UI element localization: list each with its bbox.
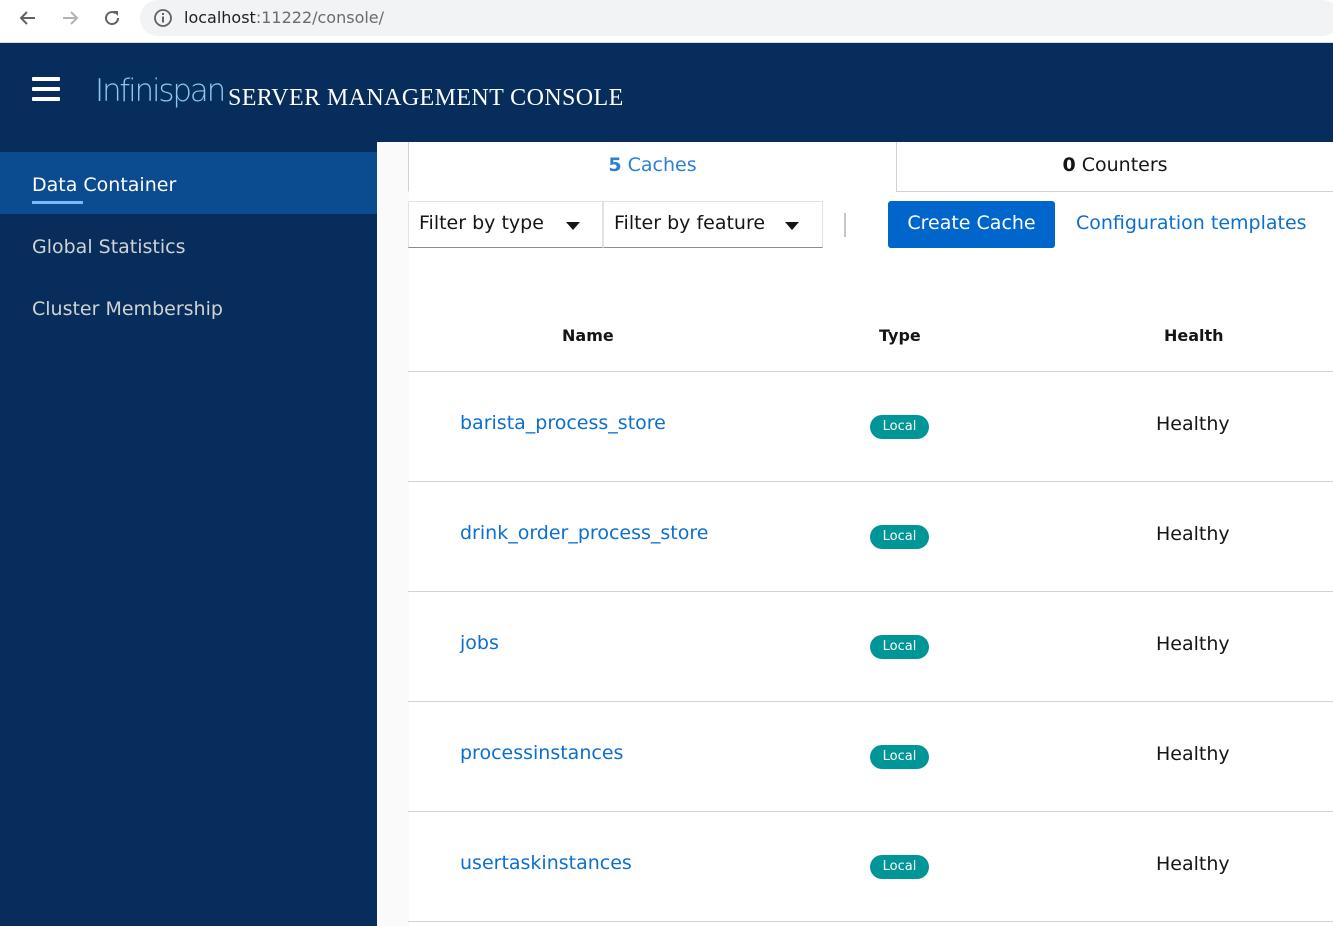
counters-count: 0 <box>1062 154 1076 176</box>
hamburger-menu-icon[interactable] <box>32 77 60 101</box>
select-label: Filter by feature <box>614 212 766 234</box>
address-bar[interactable]: localhost:11222/console/ <box>140 0 1333 36</box>
type-badge: Local <box>870 415 929 439</box>
tab-counters[interactable]: 0 Counters <box>896 142 1333 192</box>
type-badge: Local <box>870 525 929 549</box>
health-status: Healthy <box>1156 523 1230 545</box>
page-title: SERVER MANAGEMENT CONSOLE <box>228 85 624 111</box>
health-status: Healthy <box>1156 853 1230 875</box>
sidebar-item-label: Global Statistics <box>32 236 186 258</box>
select-label: Filter by type <box>419 212 544 234</box>
info-icon[interactable] <box>152 7 174 29</box>
active-indicator <box>32 201 83 204</box>
filter-by-feature-select[interactable]: Filter by feature <box>603 201 823 248</box>
table-row: usertaskinstances Local Healthy <box>408 812 1333 922</box>
main-gutter <box>377 142 409 926</box>
url-host: localhost <box>184 8 256 27</box>
health-status: Healthy <box>1156 413 1230 435</box>
health-status: Healthy <box>1156 633 1230 655</box>
caret-down-icon <box>785 222 799 230</box>
column-header-name[interactable]: Name <box>562 326 614 345</box>
toolbar-divider <box>844 213 846 237</box>
cache-name-link[interactable]: usertaskinstances <box>460 852 632 874</box>
table-row: processinstances Local Healthy <box>408 702 1333 812</box>
filter-by-type-select[interactable]: Filter by type <box>408 201 603 248</box>
sidebar-item-cluster-membership[interactable]: Cluster Membership <box>0 276 377 338</box>
sidebar-item-global-statistics[interactable]: Global Statistics <box>0 214 377 276</box>
url-path: :11222/console/ <box>255 8 385 27</box>
reload-icon <box>105 11 120 26</box>
reload-button[interactable] <box>98 4 126 32</box>
masthead: Infinispan SERVER MANAGEMENT CONSOLE <box>0 43 1333 142</box>
back-button[interactable] <box>14 4 42 32</box>
table-row: drink_order_process_store Local Healthy <box>408 482 1333 592</box>
forward-button[interactable] <box>56 4 84 32</box>
caches-count: 5 <box>608 154 622 176</box>
sidebar: Data Container Global Statistics Cluster… <box>0 142 377 926</box>
tab-label: Counters <box>1081 154 1168 176</box>
infinispan-logo: Infinispan <box>95 73 226 109</box>
table-divider <box>408 921 1333 922</box>
cache-name-link[interactable]: drink_order_process_store <box>460 522 708 544</box>
sidebar-item-label: Cluster Membership <box>32 298 223 320</box>
table-row: jobs Local Healthy <box>408 592 1333 702</box>
create-cache-button[interactable]: Create Cache <box>888 201 1055 248</box>
button-label: Create Cache <box>907 212 1036 234</box>
table-row: barista_process_store Local Healthy <box>408 372 1333 482</box>
type-badge: Local <box>870 745 929 769</box>
browser-toolbar: localhost:11222/console/ <box>0 0 1333 43</box>
cache-name-link[interactable]: jobs <box>460 632 499 654</box>
type-badge: Local <box>870 855 929 879</box>
tab-label: Caches <box>627 154 697 176</box>
sidebar-item-label: Data Container <box>32 174 177 196</box>
url-text[interactable]: localhost:11222/console/ <box>184 8 384 27</box>
health-status: Healthy <box>1156 743 1230 765</box>
sidebar-item-data-container[interactable]: Data Container <box>0 152 377 214</box>
column-header-type[interactable]: Type <box>879 326 921 345</box>
configuration-templates-link[interactable]: Configuration templates <box>1076 212 1307 234</box>
arrow-right-icon <box>63 11 79 25</box>
tab-caches[interactable]: 5 Caches <box>408 142 897 192</box>
type-badge: Local <box>870 635 929 659</box>
cache-name-link[interactable]: barista_process_store <box>460 412 666 434</box>
caret-down-icon <box>566 222 580 230</box>
column-header-health[interactable]: Health <box>1164 326 1224 345</box>
arrow-left-icon <box>19 11 35 25</box>
cache-name-link[interactable]: processinstances <box>460 742 623 764</box>
